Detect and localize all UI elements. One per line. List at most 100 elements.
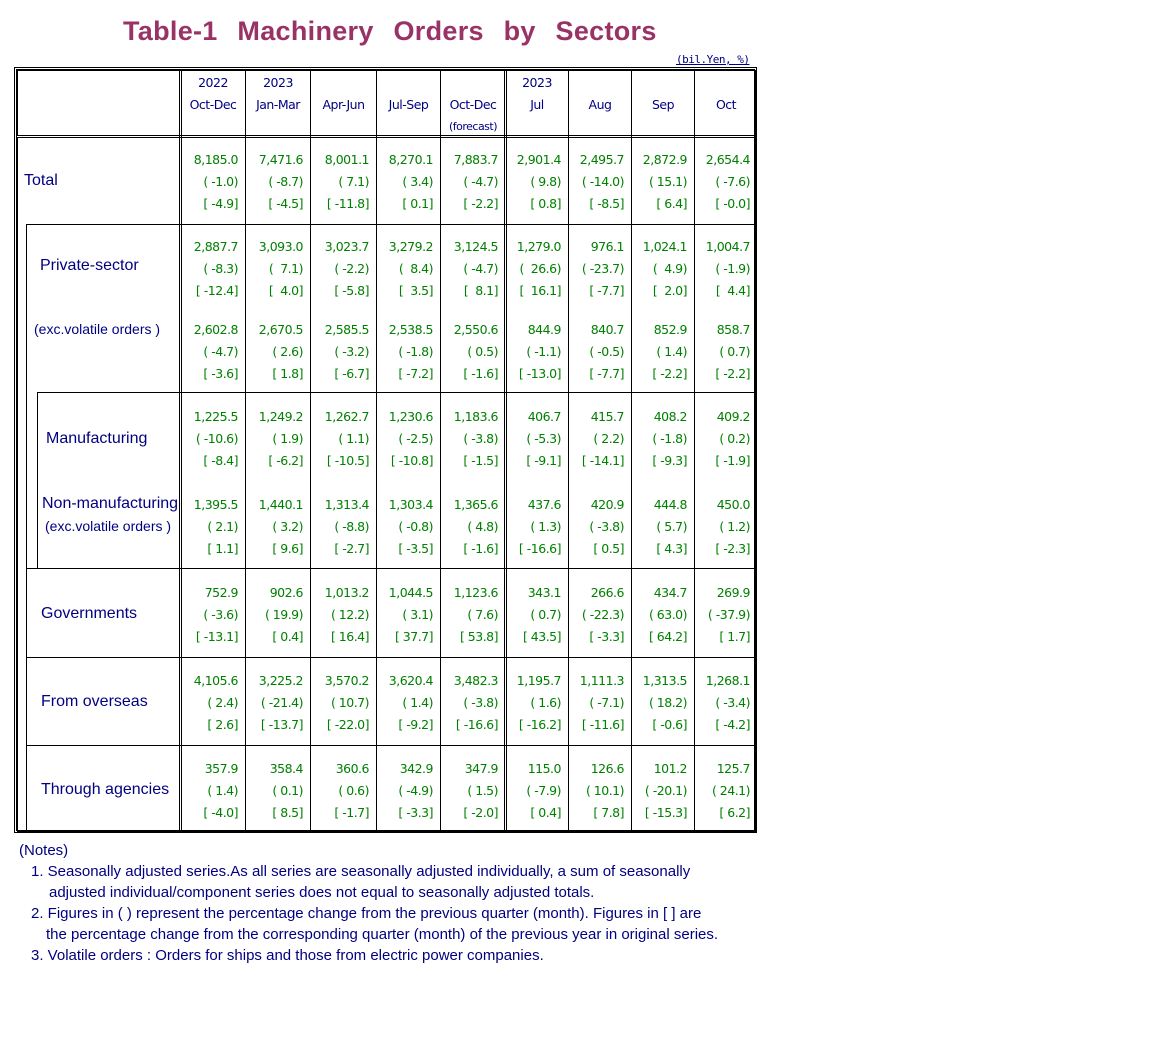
change-yoy-cell: [ 0.4] xyxy=(530,805,561,820)
value-cell: 1,123.6 xyxy=(453,585,499,600)
value-cell: 852.9 xyxy=(653,322,688,337)
column-period: Oct-Dec xyxy=(449,97,497,112)
value-cell: 408.2 xyxy=(653,409,688,424)
change-prev-cell: ( 63.0) xyxy=(648,607,688,622)
change-yoy-cell: [ -2.0] xyxy=(463,805,498,820)
value-cell: 1,303.4 xyxy=(388,497,434,512)
change-prev-cell: ( 2.1) xyxy=(207,519,238,534)
change-yoy-cell: [ 16.4] xyxy=(330,629,370,644)
change-prev-cell: ( 9.8) xyxy=(530,174,561,189)
column-header: Apr-Jun xyxy=(311,72,376,116)
change-prev-cell: ( 1.1) xyxy=(338,431,369,446)
change-prev-cell: ( 18.2) xyxy=(648,695,688,710)
change-prev-cell: ( 0.7) xyxy=(719,344,750,359)
change-yoy-cell: [ -10.5] xyxy=(326,453,370,468)
value-cell: 1,268.1 xyxy=(705,673,751,688)
value-cell: 2,602.8 xyxy=(193,322,239,337)
value-cell: 1,230.6 xyxy=(388,409,434,424)
value-cell: 1,279.0 xyxy=(516,239,562,254)
value-cell: 3,124.5 xyxy=(453,239,499,254)
value-cell: 125.7 xyxy=(716,761,751,776)
change-prev-cell: ( 15.1) xyxy=(648,174,688,189)
change-prev-cell: ( -3.4) xyxy=(715,695,750,710)
value-cell: 1,440.1 xyxy=(258,497,304,512)
column-year: 2022 xyxy=(198,75,228,90)
change-prev-cell: ( 8.4) xyxy=(398,261,434,276)
change-yoy-cell: [ -1.6] xyxy=(463,366,498,381)
value-cell: 409.2 xyxy=(716,409,751,424)
change-prev-cell: ( 1.4) xyxy=(402,695,433,710)
change-yoy-cell: [ -1.6] xyxy=(463,541,498,556)
row-label: Total xyxy=(24,172,58,189)
change-prev-cell: ( -37.9) xyxy=(707,607,751,622)
value-cell: 3,482.3 xyxy=(453,673,499,688)
value-cell: 357.9 xyxy=(204,761,239,776)
change-yoy-cell: [ -2.2] xyxy=(652,366,687,381)
change-prev-cell: ( -2.5) xyxy=(398,431,433,446)
value-cell: 450.0 xyxy=(716,497,751,512)
change-prev-cell: ( 12.2) xyxy=(330,607,370,622)
change-yoy-cell: [ -1.5] xyxy=(463,453,498,468)
value-cell: 844.9 xyxy=(527,322,562,337)
column-header: Oct-Dec (forecast) xyxy=(441,72,505,138)
change-yoy-cell: [ -1.9] xyxy=(715,453,750,468)
change-prev-cell: ( 1.3) xyxy=(530,519,561,534)
change-prev-cell: ( 1.6) xyxy=(530,695,561,710)
change-yoy-cell: [ 37.7] xyxy=(394,629,434,644)
change-prev-cell: ( -14.0) xyxy=(581,174,625,189)
value-cell: 444.8 xyxy=(653,497,688,512)
column-period: Aug xyxy=(588,97,612,112)
column-header: 2022 Oct-Dec xyxy=(181,72,245,116)
change-yoy-cell: [ -7.2] xyxy=(398,366,433,381)
column-period: Oct-Dec xyxy=(189,97,237,112)
column-header: 2023 Jan-Mar xyxy=(246,72,310,116)
change-prev-cell: ( -8.3) xyxy=(203,261,238,276)
column-year: 2023 xyxy=(263,75,293,90)
change-prev-cell: ( 0.2) xyxy=(719,431,750,446)
row-label: Governments xyxy=(41,605,138,622)
change-prev-cell: ( 4.9) xyxy=(652,261,688,276)
change-yoy-cell: [ -2.2] xyxy=(463,196,498,211)
value-cell: 437.6 xyxy=(527,497,562,512)
value-cell: 269.9 xyxy=(716,585,751,600)
change-prev-cell: ( -3.6) xyxy=(203,607,238,622)
change-yoy-cell: [ 0.5] xyxy=(593,541,624,556)
table-bottom-border xyxy=(17,831,756,832)
change-prev-cell: ( -4.7) xyxy=(463,261,498,276)
column-year xyxy=(311,72,376,94)
change-yoy-cell: [ 0.8] xyxy=(530,196,561,211)
change-prev-cell: ( 26.6) xyxy=(519,261,561,276)
column-header: Oct xyxy=(695,72,757,116)
private-left-border xyxy=(26,224,27,831)
column-header: Sep xyxy=(632,72,694,116)
column-header: Jul-Sep xyxy=(377,72,440,116)
change-yoy-cell: [ 8.1] xyxy=(463,283,499,298)
value-cell: 115.0 xyxy=(527,761,562,776)
change-prev-cell: ( 5.7) xyxy=(656,519,687,534)
value-cell: 2,538.5 xyxy=(388,322,434,337)
value-cell: 101.2 xyxy=(653,761,688,776)
change-yoy-cell: [ 6.2] xyxy=(719,805,750,820)
change-yoy-cell: [ 43.5] xyxy=(522,629,562,644)
change-prev-cell: ( -5.3) xyxy=(526,431,561,446)
change-yoy-cell: [ 3.5] xyxy=(398,283,434,298)
change-yoy-cell: [ -6.7] xyxy=(334,366,369,381)
note-2: 2. Figures in ( ) represent the percenta… xyxy=(31,905,702,922)
change-yoy-cell: [ 4.3] xyxy=(656,541,687,556)
value-cell: 8,270.1 xyxy=(388,152,434,167)
change-yoy-cell: [ -7.7] xyxy=(589,366,624,381)
change-prev-cell: ( 1.4) xyxy=(207,783,238,798)
change-prev-cell: ( 1.2) xyxy=(719,519,750,534)
change-prev-cell: ( 2.6) xyxy=(272,344,303,359)
page-title: Table-1 Machinery Orders by Sectors xyxy=(123,16,657,46)
note-1-cont: adjusted individual/component series doe… xyxy=(49,884,595,901)
change-prev-cell: ( 2.2) xyxy=(593,431,624,446)
value-cell: 1,249.2 xyxy=(258,409,304,424)
change-yoy-cell: [ 9.6] xyxy=(272,541,303,556)
value-cell: 1,195.7 xyxy=(516,673,562,688)
change-yoy-cell: [ 8.5] xyxy=(272,805,303,820)
change-prev-cell: ( 10.1) xyxy=(585,783,625,798)
row-label: From overseas xyxy=(41,693,148,710)
change-prev-cell: ( 24.1) xyxy=(711,783,751,798)
change-yoy-cell: [ 53.8] xyxy=(459,629,499,644)
